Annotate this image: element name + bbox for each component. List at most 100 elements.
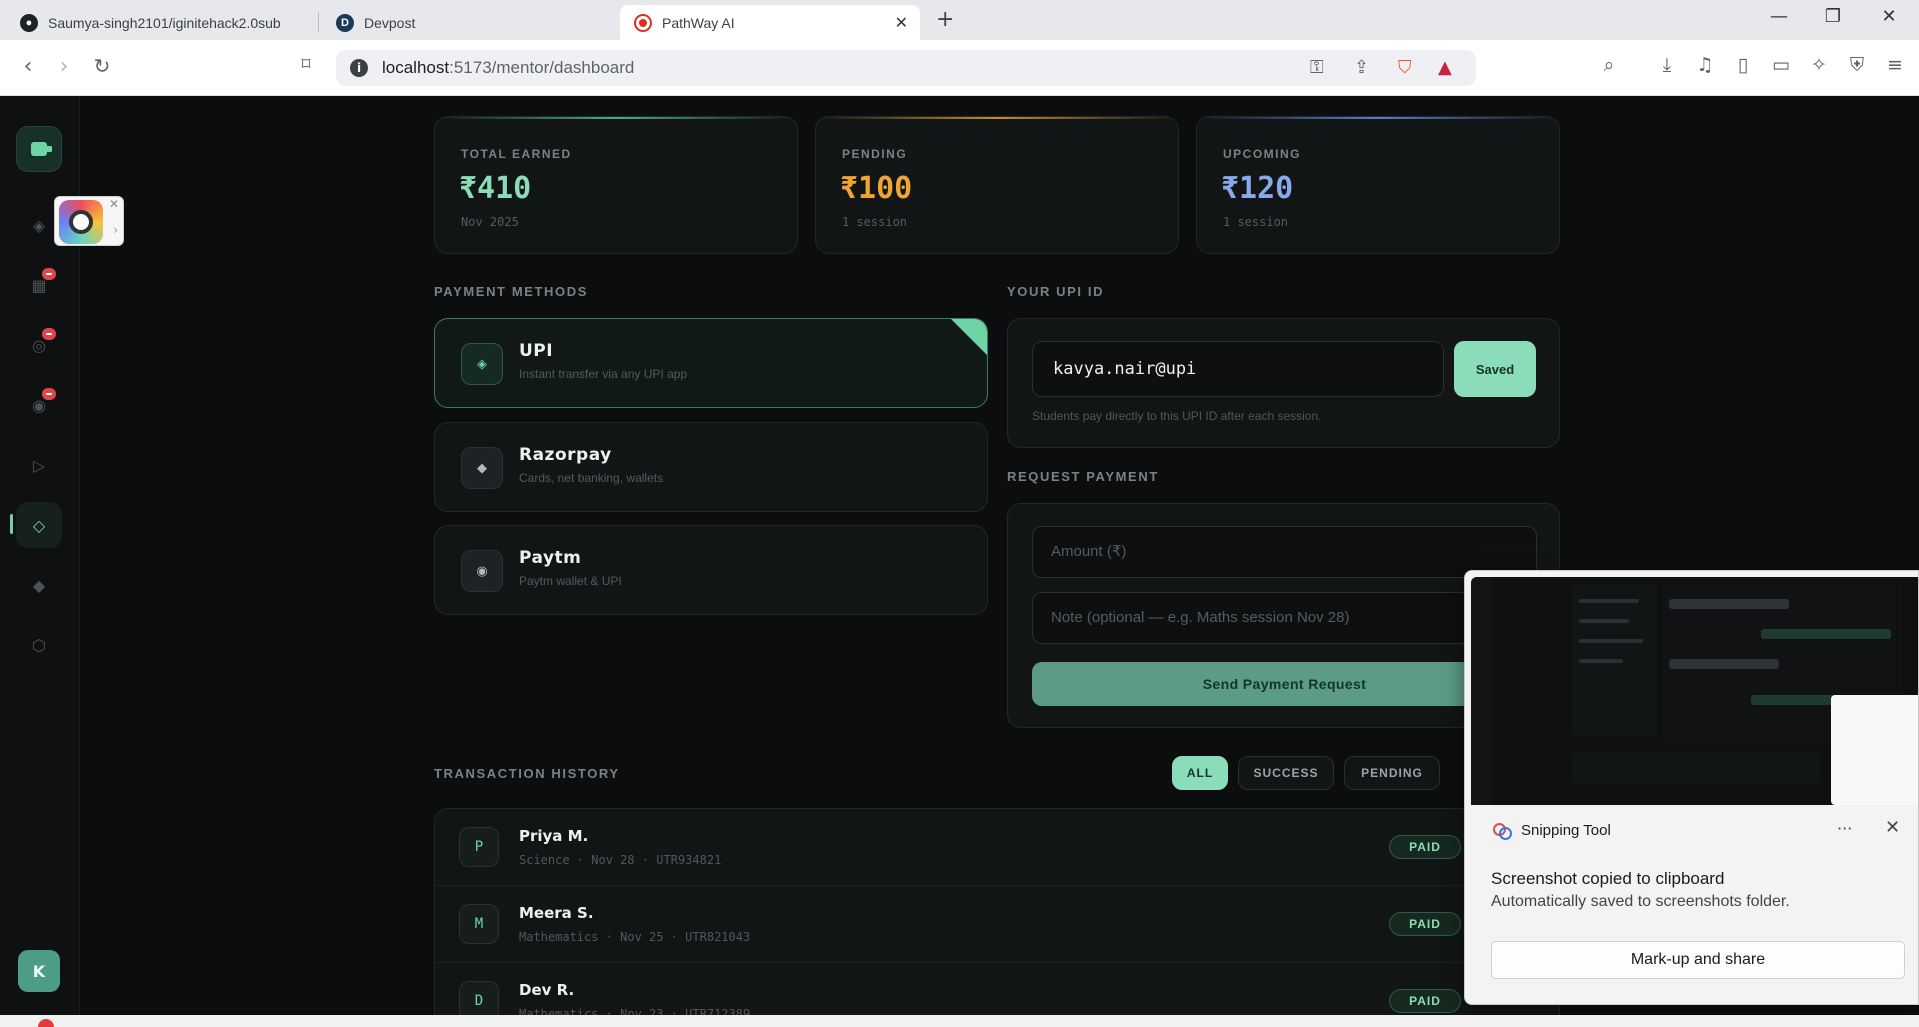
status-badge: PAID <box>1389 835 1461 859</box>
url-text: localhost:5173/mentor/dashboard <box>382 58 635 77</box>
download-icon[interactable]: ⤓ <box>1654 54 1680 76</box>
brave-shield-icon[interactable]: ⛉ <box>1398 57 1412 78</box>
status-badge: PAID <box>1389 912 1461 936</box>
key-icon[interactable]: ⚿ <box>1310 57 1324 78</box>
browser-toolbar: ‹ › ↻ ⌑ i localhost:5173/mentor/dashboar… <box>0 40 1919 96</box>
notification-badge <box>42 268 56 280</box>
table-row[interactable]: M Meera S. Mathematics · Nov 25 · UTR821… <box>435 886 1559 963</box>
notification-badge <box>42 388 56 400</box>
upi-panel: kavya.nair@upi Saved Students pay direct… <box>1007 318 1560 448</box>
site-info-icon[interactable]: i <box>350 59 368 77</box>
method-desc: Instant transfer via any UPI app <box>519 367 688 381</box>
table-row[interactable]: P Priya M. Science · Nov 28 · UTR934821 … <box>435 809 1559 886</box>
stat-value: ₹120 <box>1221 171 1294 206</box>
selected-corner-marker <box>951 319 987 355</box>
tab-pathway-ai[interactable]: PathWay AI ✕ <box>620 5 920 40</box>
back-icon[interactable]: ‹ <box>14 54 42 79</box>
stat-label: PENDING <box>842 147 908 161</box>
payment-method-paytm[interactable]: ◉ Paytm Paytm wallet & UPI <box>434 525 988 615</box>
leo-ai-icon[interactable]: ✧ <box>1806 54 1832 76</box>
status-badge: PAID <box>1389 989 1461 1013</box>
screenshot-thumbnail[interactable] <box>1471 577 1918 805</box>
chevron-right-icon[interactable]: › <box>113 223 118 237</box>
toast-app-row: Snipping Tool <box>1491 821 1611 840</box>
tab-devpost[interactable]: D Devpost <box>322 5 622 40</box>
circle-icon[interactable]: ◉ <box>16 382 62 428</box>
wallet-icon[interactable]: ◇ <box>16 502 62 548</box>
close-tab-icon[interactable]: ✕ <box>895 13 908 33</box>
stat-sub: 1 session <box>1223 215 1289 229</box>
stat-sub: Nov 2025 <box>461 215 519 229</box>
media-icon[interactable]: ♫ <box>1692 54 1718 76</box>
grid-icon[interactable]: ▦ <box>16 262 62 308</box>
close-icon[interactable]: ✕ <box>1885 817 1900 838</box>
recording-icon <box>634 13 652 32</box>
new-tab-button[interactable]: + <box>936 7 954 32</box>
close-icon[interactable]: ✕ <box>109 197 119 211</box>
avatar: D <box>459 981 499 1015</box>
wallet-icon[interactable]: ▭ <box>1768 54 1794 76</box>
active-indicator <box>10 514 13 534</box>
app-logo[interactable] <box>16 126 62 172</box>
method-name: UPI <box>519 341 554 361</box>
spark-icon[interactable]: ◆ <box>16 562 62 608</box>
sidebar-toggle-icon[interactable]: ▯ <box>1730 54 1756 76</box>
send-payment-request-button[interactable]: Send Payment Request <box>1032 662 1537 706</box>
target-icon[interactable]: ◎ <box>16 322 62 368</box>
amount-input[interactable]: Amount (₹) <box>1032 526 1537 578</box>
stat-card-upcoming: UPCOMING ₹120 1 session <box>1196 116 1560 254</box>
payment-method-upi[interactable]: ◈ UPI Instant transfer via any UPI app <box>434 318 988 408</box>
method-name: Paytm <box>519 548 582 568</box>
method-desc: Cards, net banking, wallets <box>519 471 664 485</box>
stat-card-total-earned: TOTAL EARNED ₹410 Nov 2025 <box>434 116 798 254</box>
filter-success[interactable]: SUCCESS <box>1238 756 1334 790</box>
filter-all[interactable]: ALL <box>1172 756 1228 790</box>
taskbar-strip <box>0 1015 1919 1027</box>
toast-subtitle: Automatically saved to screenshots folde… <box>1491 893 1790 910</box>
vpn-icon[interactable]: ⛨ <box>1844 54 1870 76</box>
tab-github[interactable]: ● Saumya-singh2101/iginitehack2.0sub <box>6 5 316 40</box>
address-bar[interactable]: i localhost:5173/mentor/dashboard ⚿ ⇪ ⛉ … <box>336 50 1476 86</box>
paytm-icon: ◉ <box>461 550 503 592</box>
tx-meta: Science · Nov 28 · UTR934821 <box>519 853 722 867</box>
close-window-icon[interactable]: ✕ <box>1866 6 1912 27</box>
tab-label: Devpost <box>364 14 416 31</box>
hexagon-icon[interactable]: ⬡ <box>16 622 62 668</box>
upi-id-input[interactable]: kavya.nair@upi <box>1032 341 1444 397</box>
note-input[interactable]: Note (optional — e.g. Maths session Nov … <box>1032 592 1537 644</box>
more-options-icon[interactable]: ··· <box>1837 819 1852 838</box>
transaction-history-title: TRANSACTION HISTORY <box>434 766 620 781</box>
bookmark-icon[interactable]: ⌑ <box>292 54 320 75</box>
minimize-icon[interactable]: — <box>1756 6 1802 27</box>
upi-hint: Students pay directly to this UPI ID aft… <box>1032 409 1322 423</box>
logo-icon <box>31 142 52 156</box>
snipping-tool-icon <box>1491 821 1512 840</box>
share-icon[interactable]: ⇪ <box>1354 57 1369 78</box>
toast-app-name: Snipping Tool <box>1521 821 1611 839</box>
tx-meta: Mathematics · Nov 23 · UTR712389 <box>519 1007 751 1015</box>
payment-method-razorpay[interactable]: ◆ Razorpay Cards, net banking, wallets <box>434 422 988 512</box>
snipping-tool-notification[interactable]: Snipping Tool ··· ✕ Screenshot copied to… <box>1464 570 1919 1005</box>
transaction-list: P Priya M. Science · Nov 28 · UTR934821 … <box>434 808 1560 1015</box>
filter-pending[interactable]: PENDING <box>1344 756 1440 790</box>
markup-share-button[interactable]: Mark-up and share <box>1491 941 1905 979</box>
method-desc: Paytm wallet & UPI <box>519 574 622 588</box>
request-payment-title: REQUEST PAYMENT <box>1007 469 1159 484</box>
brave-rewards-icon[interactable]: ▲ <box>1438 57 1452 78</box>
saved-button[interactable]: Saved <box>1454 341 1536 397</box>
play-icon[interactable]: ▷ <box>16 442 62 488</box>
payment-methods-title: PAYMENT METHODS <box>434 284 589 299</box>
stat-label: UPCOMING <box>1223 147 1301 161</box>
floating-extension-widget[interactable]: ✕ › <box>54 196 124 246</box>
avatar[interactable]: K <box>18 950 60 992</box>
maximize-icon[interactable]: ❐ <box>1810 6 1856 27</box>
reload-icon[interactable]: ↻ <box>88 54 116 78</box>
tx-name: Priya M. <box>519 827 589 845</box>
search-tabs-icon[interactable]: ⌕ <box>1596 54 1622 76</box>
table-row[interactable]: D Dev R. Mathematics · Nov 23 · UTR71238… <box>435 963 1559 1015</box>
upi-icon: ◈ <box>461 343 503 385</box>
menu-icon[interactable]: ≡ <box>1882 54 1908 76</box>
method-name: Razorpay <box>519 445 612 465</box>
stat-value: ₹100 <box>840 171 913 206</box>
forward-icon[interactable]: › <box>50 54 78 79</box>
